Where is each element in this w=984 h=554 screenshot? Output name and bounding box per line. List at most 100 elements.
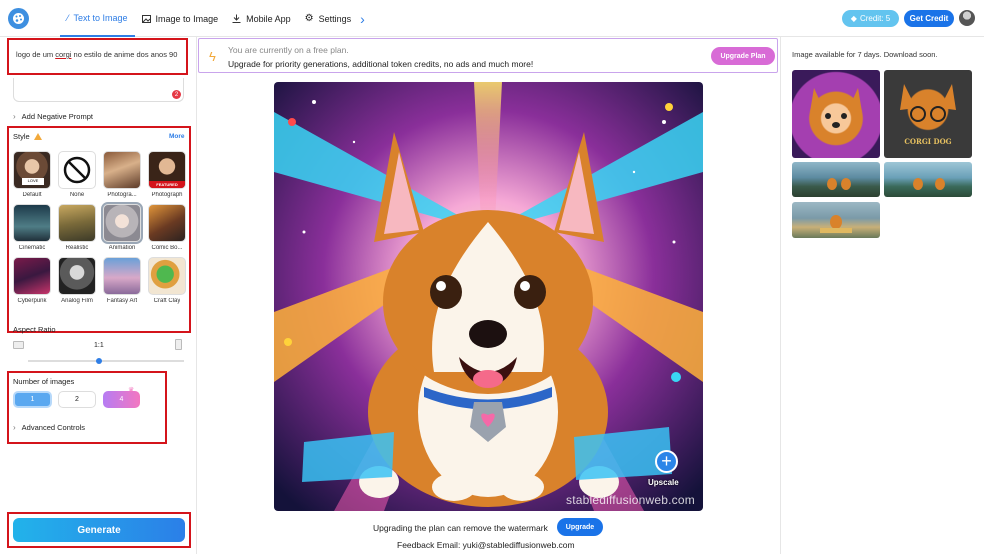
style-caption: Animation bbox=[108, 245, 136, 251]
style-analog-film[interactable]: Analog Film bbox=[58, 257, 96, 304]
gear-icon: ⚙ bbox=[304, 13, 314, 24]
style-photograph-featured[interactable]: FEATURED Photograph bbox=[148, 151, 186, 198]
lake-corgis-thumb-2 bbox=[913, 178, 945, 190]
corgi-glasses-thumb: CORGI DOG bbox=[900, 84, 956, 146]
landscape-ratio-icon[interactable] bbox=[13, 341, 24, 349]
num-images-option-2[interactable]: 2 bbox=[58, 391, 96, 408]
style-craft-clay[interactable]: Craft Clay bbox=[148, 257, 186, 304]
availability-note: Image available for 7 days. Download soo… bbox=[792, 50, 938, 59]
history-image-3[interactable] bbox=[792, 162, 880, 197]
lake-corgis-thumb bbox=[827, 178, 851, 190]
style-thumb-comic-book bbox=[148, 204, 186, 242]
app-logo[interactable] bbox=[8, 8, 29, 29]
style-caption: Photograph bbox=[151, 192, 183, 198]
style-fantasy-art[interactable]: Fantasy Art bbox=[103, 257, 141, 304]
top-bar: ⁄ Text to Image Image to Image Mobile Ap… bbox=[0, 0, 984, 37]
warning-icon bbox=[33, 133, 42, 140]
num-images-label: Number of images bbox=[13, 377, 75, 386]
tab-label: Mobile App bbox=[246, 13, 291, 24]
style-cyberpunk[interactable]: Cyberpunk bbox=[13, 257, 51, 304]
style-caption: None bbox=[69, 192, 85, 198]
prompt-textarea-extension[interactable] bbox=[13, 78, 184, 102]
style-thumb-photography bbox=[103, 151, 141, 189]
style-thumb-analog-film bbox=[58, 257, 96, 295]
history-image-2[interactable]: CORGI DOG bbox=[884, 70, 972, 158]
chevron-right-icon: › bbox=[13, 112, 16, 121]
style-caption: Analog Film bbox=[61, 298, 93, 304]
watermark-text: stablediffusionweb.com bbox=[566, 493, 695, 507]
upgrade-plan-button[interactable]: Upgrade Plan bbox=[711, 47, 775, 65]
diamond-icon: ◆ bbox=[850, 14, 857, 23]
style-none[interactable]: None bbox=[58, 151, 96, 198]
add-icon[interactable]: + bbox=[655, 450, 678, 473]
style-thumb-default: LOVE bbox=[13, 151, 51, 189]
user-avatar[interactable] bbox=[959, 10, 975, 26]
style-caption: Realistic bbox=[65, 245, 89, 251]
prompt-text-part: no estilo de anime dos anos 90 bbox=[71, 50, 178, 59]
crown-icon: ♛ bbox=[128, 387, 135, 394]
advanced-controls-label: Advanced Controls bbox=[21, 423, 86, 432]
style-thumb-cyberpunk bbox=[13, 257, 51, 295]
portrait-ratio-icon[interactable] bbox=[175, 339, 182, 350]
main-nav: ⁄ Text to Image Image to Image Mobile Ap… bbox=[60, 0, 365, 37]
tab-settings[interactable]: ⚙ Settings bbox=[298, 0, 359, 37]
style-thumb-craft-clay bbox=[148, 257, 186, 295]
add-negative-prompt-toggle[interactable]: › Add Negative Prompt bbox=[13, 112, 93, 121]
style-default[interactable]: LOVE Default bbox=[13, 151, 51, 198]
aspect-ratio-value: 1:1 bbox=[94, 342, 104, 349]
upgrade-button[interactable]: Upgrade bbox=[557, 518, 603, 536]
upgrade-banner: ϟ You are currently on a free plan. Upgr… bbox=[198, 38, 778, 73]
style-label: Style bbox=[13, 132, 30, 141]
generate-button[interactable]: Generate bbox=[13, 518, 185, 542]
style-thumb-cinematic bbox=[13, 204, 51, 242]
style-realistic[interactable]: Realistic bbox=[58, 204, 96, 251]
chevron-right-icon: › bbox=[13, 423, 16, 432]
style-caption: Craft Clay bbox=[153, 298, 181, 304]
feedback-email: Feedback Email: yuki@stablediffusionweb.… bbox=[397, 540, 575, 550]
style-thumb-realistic bbox=[58, 204, 96, 242]
tab-image-to-image[interactable]: Image to Image bbox=[135, 0, 226, 37]
credit-badge[interactable]: ◆ Credit: 5 bbox=[842, 10, 899, 27]
banner-title: You are currently on a free plan. bbox=[228, 45, 349, 55]
tab-mobile-app[interactable]: Mobile App bbox=[225, 0, 298, 37]
prompt-text-part: logo de um bbox=[16, 50, 56, 59]
corgi-dog-thumb-caption: CORGI DOG bbox=[904, 137, 951, 146]
aspect-ratio-slider[interactable] bbox=[28, 360, 184, 362]
more-styles-link[interactable]: More bbox=[169, 133, 185, 140]
style-caption: Default bbox=[22, 192, 42, 198]
lightning-icon: ϟ bbox=[209, 49, 216, 64]
style-photography[interactable]: Photogra... bbox=[103, 151, 141, 198]
get-credit-button[interactable]: Get Credit bbox=[904, 10, 954, 27]
style-animation[interactable]: Animation bbox=[101, 202, 143, 251]
corgi-thumb bbox=[810, 88, 862, 128]
num-images-option-4[interactable]: 4 bbox=[103, 391, 140, 408]
corgi-boat-thumb bbox=[820, 215, 852, 233]
upscale-button[interactable]: Upscale bbox=[648, 478, 679, 487]
history-image-5[interactable] bbox=[792, 202, 880, 238]
style-grid: LOVE Default None Photogra... FEATURED P… bbox=[13, 151, 186, 304]
generated-image[interactable] bbox=[274, 82, 703, 511]
style-thumb-fantasy-art bbox=[103, 257, 141, 295]
style-caption: Comic Bo... bbox=[151, 245, 183, 251]
add-negative-prompt-label: Add Negative Prompt bbox=[21, 112, 93, 121]
history-image-1[interactable] bbox=[792, 70, 880, 158]
style-comic-book[interactable]: Comic Bo... bbox=[148, 204, 186, 251]
num-images-option-1[interactable]: 1 bbox=[13, 391, 52, 408]
style-cinematic[interactable]: Cinematic bbox=[13, 204, 51, 251]
style-caption: Cyberpunk bbox=[17, 298, 47, 304]
watermark-note: Upgrading the plan can remove the waterm… bbox=[373, 523, 548, 533]
aspect-ratio-slider-knob[interactable] bbox=[96, 358, 102, 364]
prompt-input[interactable]: logo de um corgi no estilo de anime dos … bbox=[16, 50, 177, 59]
tab-text-to-image[interactable]: ⁄ Text to Image bbox=[60, 0, 135, 37]
style-thumb-animation bbox=[101, 202, 143, 244]
style-caption: Cinematic bbox=[18, 245, 46, 251]
prompt-text-misspelled: corgi bbox=[55, 50, 72, 59]
history-image-4[interactable] bbox=[884, 162, 972, 197]
style-thumb-none bbox=[58, 151, 96, 189]
tab-label: Text to Image bbox=[73, 12, 128, 23]
corgi-artwork bbox=[274, 82, 703, 511]
advanced-controls-toggle[interactable]: › Advanced Controls bbox=[13, 423, 85, 432]
download-icon bbox=[232, 14, 241, 23]
tab-label: Image to Image bbox=[155, 13, 219, 24]
chevron-right-icon[interactable]: › bbox=[360, 11, 365, 27]
